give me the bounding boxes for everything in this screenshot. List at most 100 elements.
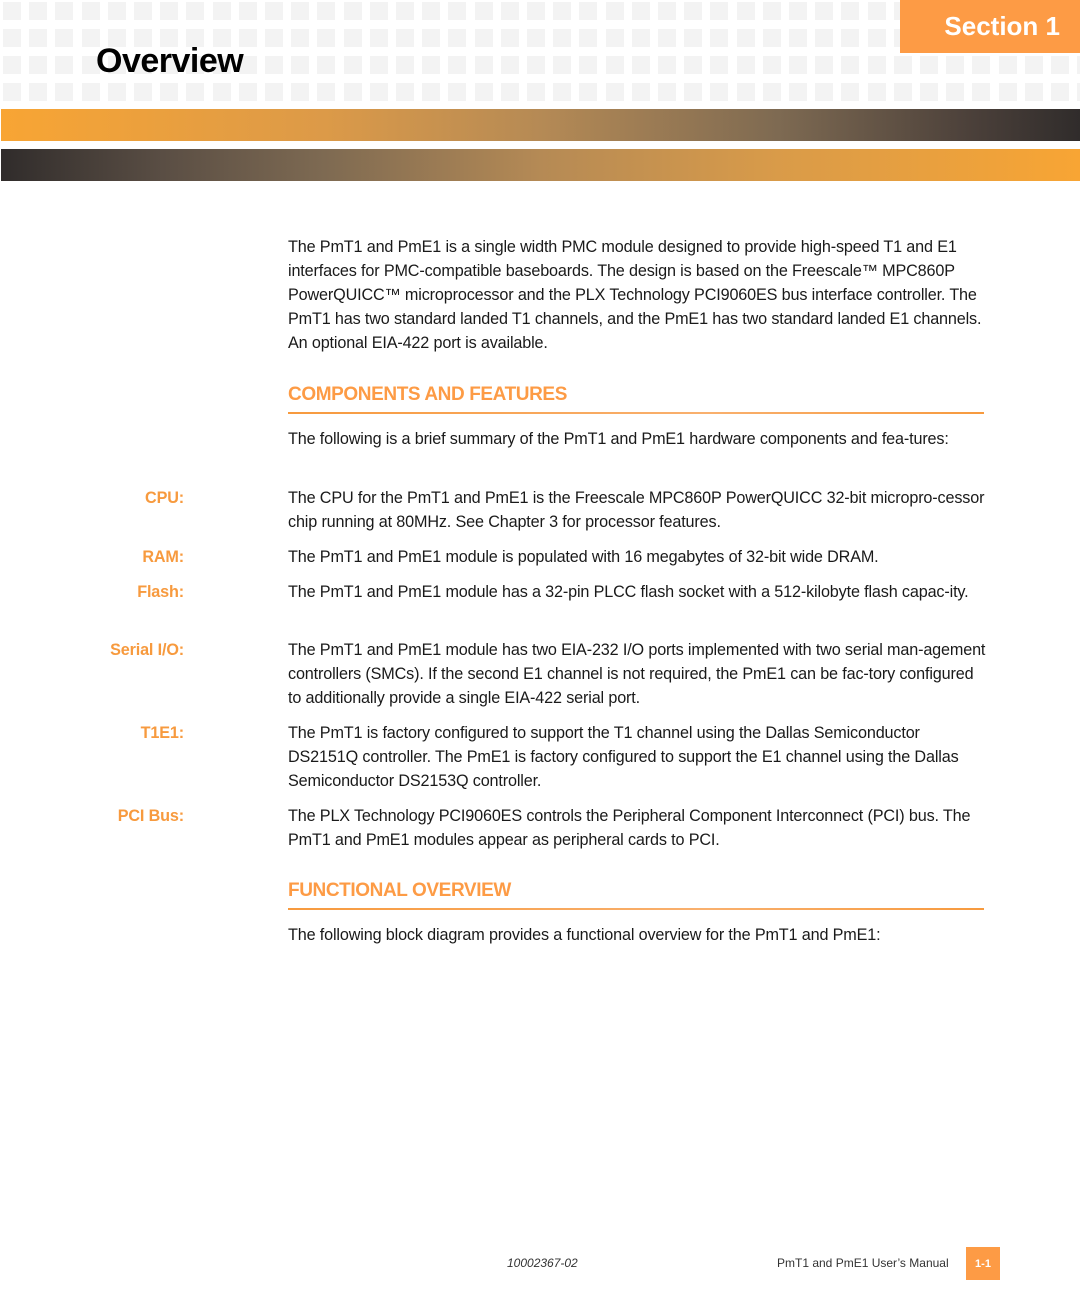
grid-square — [291, 2, 310, 20]
grid-square — [81, 83, 100, 101]
grid-square — [396, 83, 414, 101]
grid-square — [1051, 83, 1069, 101]
section-label: Section 1 — [944, 11, 1060, 41]
grid-square — [369, 56, 388, 74]
grid-square — [867, 83, 886, 101]
grid-square — [500, 56, 519, 74]
grid-square — [3, 2, 21, 20]
grid-square — [500, 83, 519, 101]
grid-square — [527, 56, 545, 74]
grid-square — [658, 56, 676, 74]
grid-square — [684, 83, 703, 101]
grid-square — [186, 2, 205, 20]
grid-square — [474, 2, 493, 20]
feature-text: The PLX Technology PCI9060ES controls th… — [288, 807, 971, 849]
grid-square — [343, 83, 362, 101]
grid-square — [317, 2, 336, 20]
grid-square — [736, 83, 755, 101]
feature-text: The PmT1 and PmE1 module has two EIA-232… — [288, 641, 986, 707]
footer-manual-title: PmT1 and PmE1 User’s Manual — [777, 1256, 949, 1270]
grid-square — [815, 83, 834, 101]
grid-square — [789, 83, 807, 101]
grid-square — [343, 56, 362, 74]
grid-square — [893, 56, 912, 74]
components-heading-text: COMPONENTS AND FEATURES — [288, 384, 567, 405]
grid-square — [920, 56, 938, 74]
grid-square — [291, 29, 310, 47]
grid-square — [422, 83, 441, 101]
feature-text: The PmT1 is factory configured to suppor… — [288, 724, 959, 790]
grid-square — [291, 56, 310, 74]
grid-square — [29, 29, 48, 47]
grid-square — [815, 2, 834, 20]
grid-square — [265, 29, 283, 47]
grid-square — [343, 29, 362, 47]
feature-text: The CPU for the PmT1 and PmE1 is the Fre… — [288, 489, 985, 531]
feature-label: CPU: — [145, 489, 184, 507]
grid-square — [3, 29, 21, 47]
grid-square — [29, 56, 48, 74]
grid-square — [238, 2, 257, 20]
grid-square — [500, 29, 519, 47]
grid-square — [317, 83, 336, 101]
grid-square — [658, 83, 676, 101]
grid-square — [762, 56, 781, 74]
grid-square — [422, 2, 441, 20]
grid-square — [631, 2, 650, 20]
grid-square — [3, 83, 21, 101]
grid-square — [998, 56, 1017, 74]
grid-square — [29, 2, 48, 20]
grid-square — [867, 2, 886, 20]
feature-label: Flash: — [137, 583, 184, 601]
grid-square — [710, 29, 729, 47]
grid-square — [55, 2, 74, 20]
grid-square — [265, 2, 283, 20]
grid-square — [605, 29, 624, 47]
grid-square — [867, 56, 886, 74]
grid-square — [841, 83, 860, 101]
grid-square — [605, 83, 624, 101]
grid-square — [1024, 56, 1043, 74]
grid-square — [3, 56, 21, 74]
grid-square — [422, 56, 441, 74]
grid-square — [762, 83, 781, 101]
grid-square — [448, 56, 467, 74]
grid-square — [369, 29, 388, 47]
grid-square — [448, 2, 467, 20]
grid-square — [422, 29, 441, 47]
grid-square — [684, 56, 703, 74]
feature-text: The PmT1 and PmE1 module is populated wi… — [288, 548, 879, 566]
page-number-text: 1-1 — [975, 1257, 991, 1270]
grid-square — [710, 56, 729, 74]
grid-square — [841, 29, 860, 47]
grid-square — [369, 2, 388, 20]
grid-square — [553, 83, 572, 101]
components-intro: The following is a brief summary of the … — [288, 430, 949, 448]
grid-square — [1051, 56, 1069, 74]
grid-square — [736, 2, 755, 20]
grid-square — [893, 83, 912, 101]
grid-square — [789, 29, 807, 47]
section-badge: Section 1 — [900, 0, 1080, 53]
grid-square — [212, 2, 231, 20]
grid-square — [107, 83, 126, 101]
grid-square — [736, 29, 755, 47]
grid-square — [736, 56, 755, 74]
grid-square — [186, 83, 205, 101]
grid-square — [265, 56, 283, 74]
grid-square — [396, 2, 414, 20]
grid-square — [579, 56, 598, 74]
grid-square — [134, 83, 152, 101]
grid-square — [553, 29, 572, 47]
grid-square — [55, 83, 74, 101]
grid-square — [920, 83, 938, 101]
grid-square — [631, 83, 650, 101]
grid-square — [396, 56, 414, 74]
grid-square — [998, 83, 1017, 101]
grid-square — [317, 29, 336, 47]
intro-paragraph: The PmT1 and PmE1 is a single width PMC … — [288, 238, 982, 352]
grid-square — [500, 2, 519, 20]
grid-square — [946, 83, 965, 101]
functional-heading: FUNCTIONAL OVERVIEW — [288, 880, 984, 910]
components-heading: COMPONENTS AND FEATURES — [288, 384, 984, 414]
